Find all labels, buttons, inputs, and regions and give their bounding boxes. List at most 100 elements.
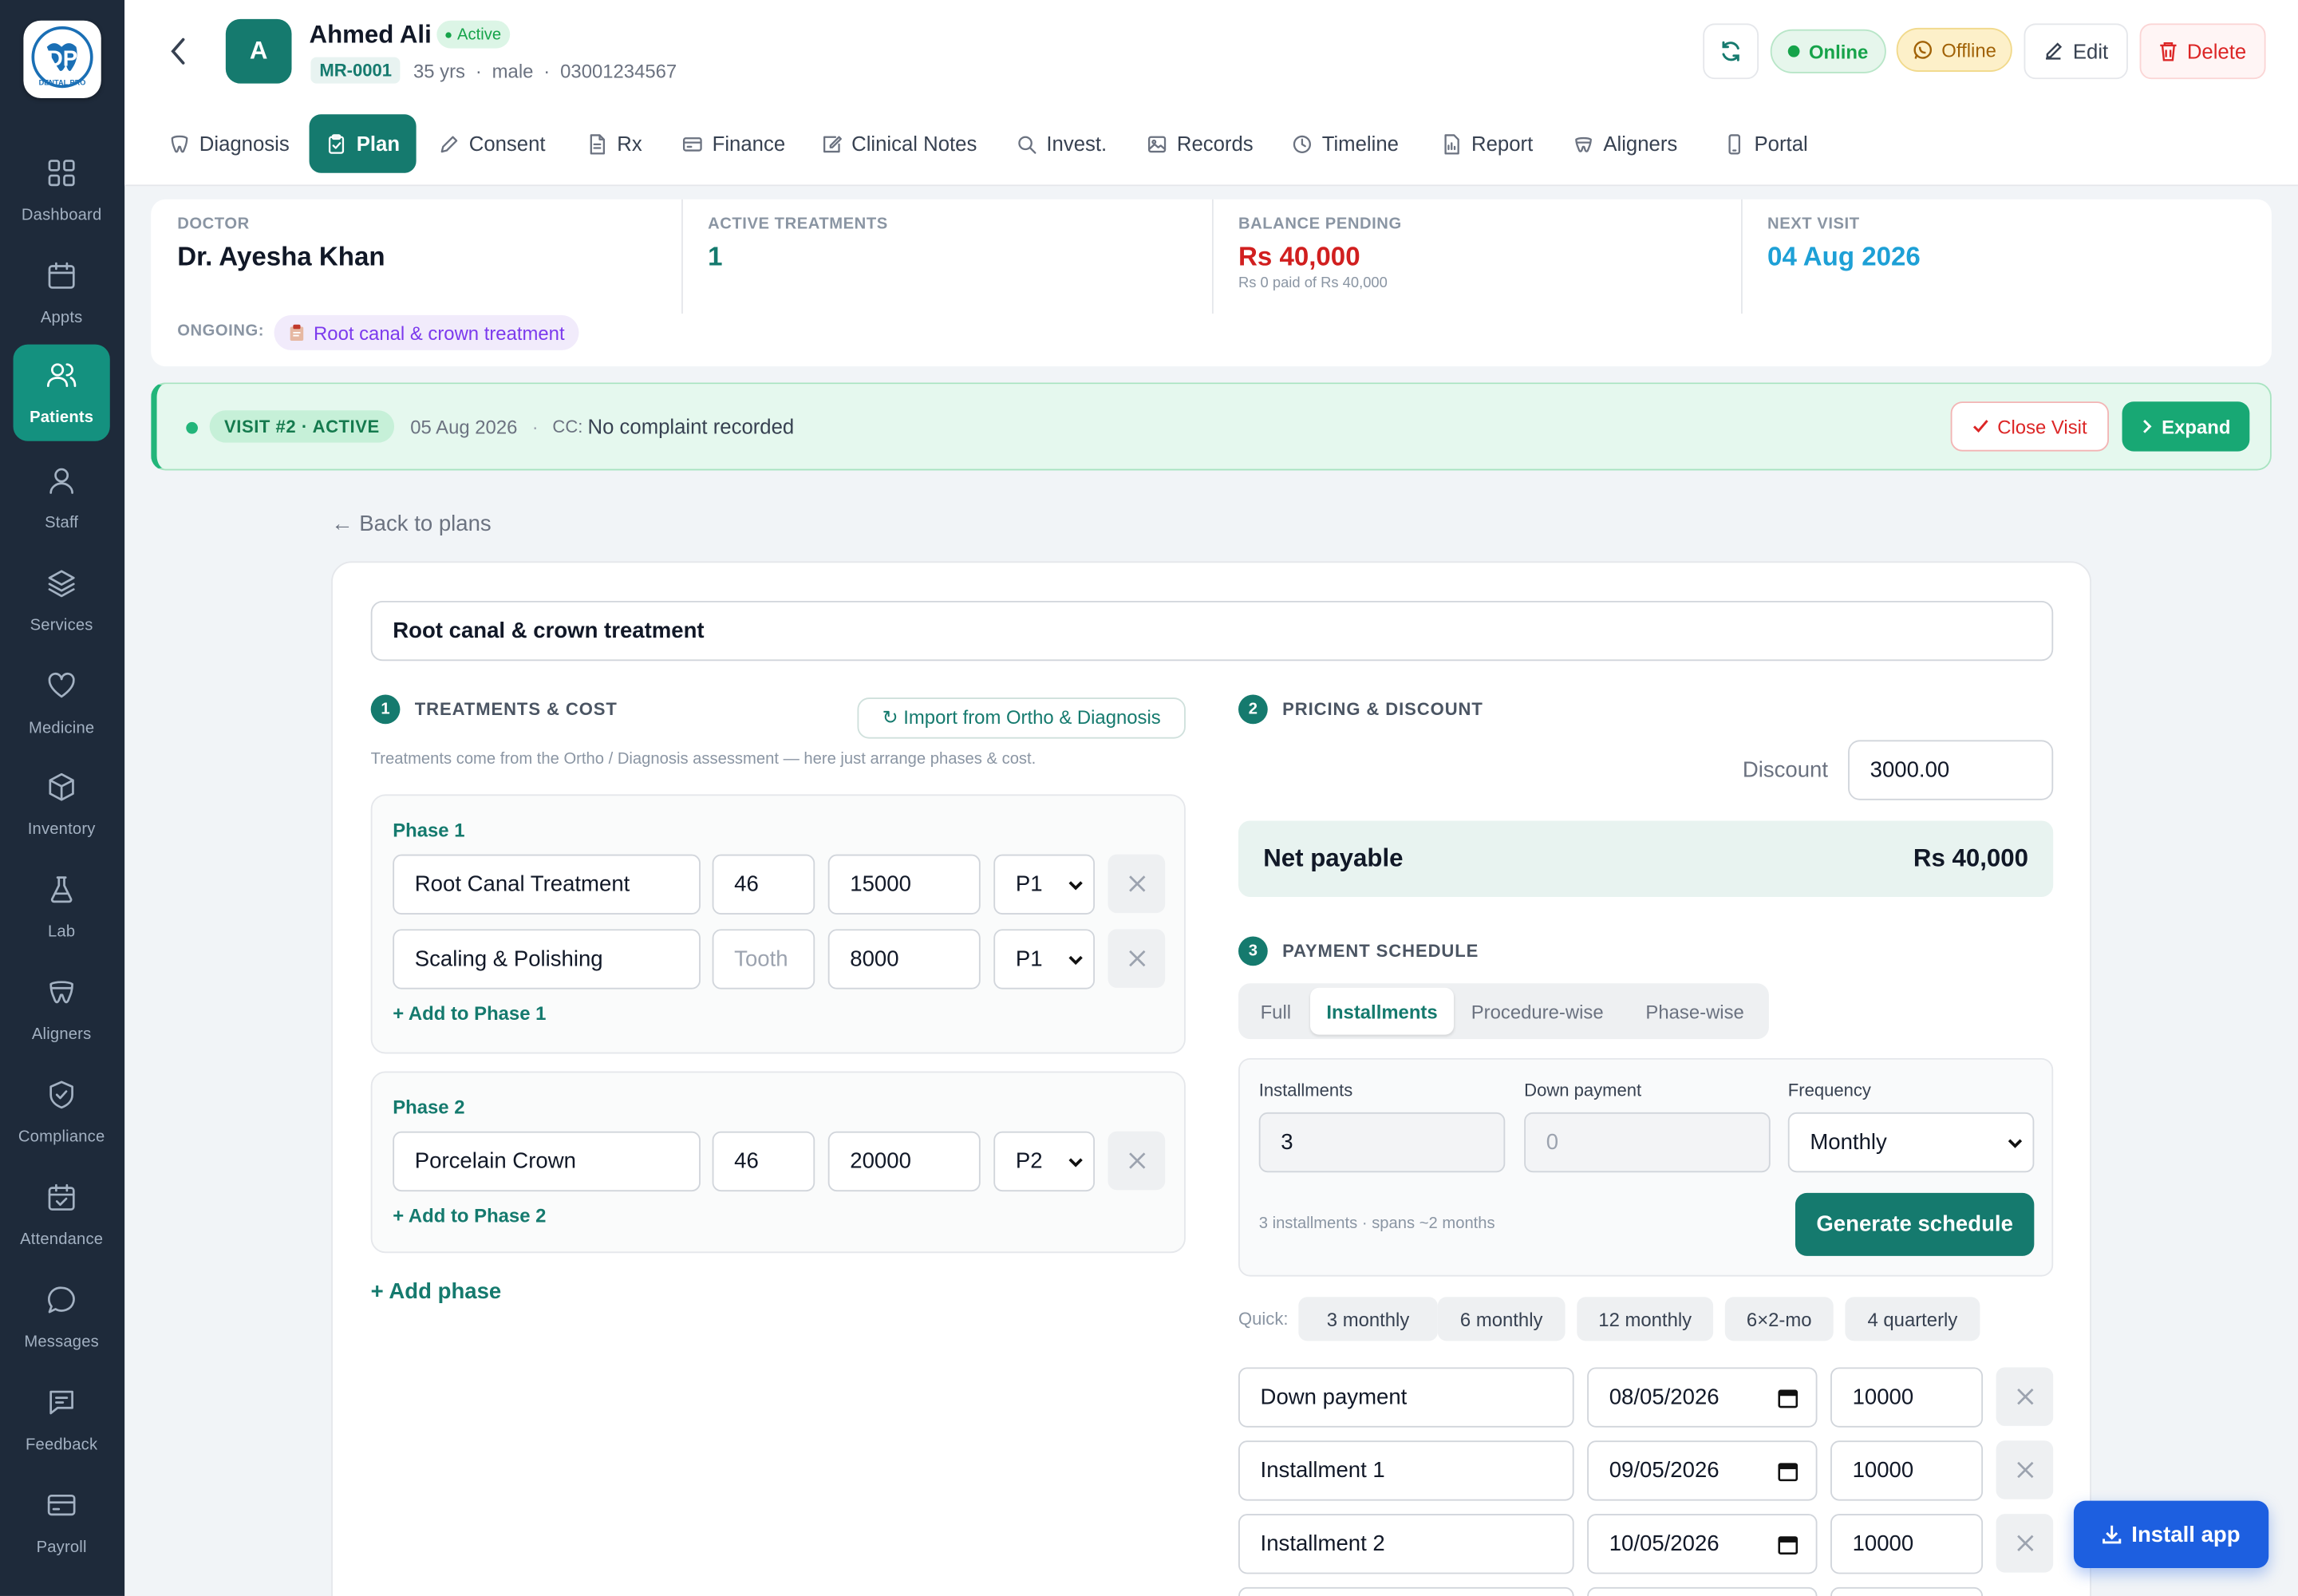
schedule-label-input[interactable]: Installment 1 xyxy=(1238,1440,1574,1501)
quick-preset-chip[interactable]: 6 monthly xyxy=(1437,1297,1566,1341)
plan-title-input[interactable]: Root canal & crown treatment xyxy=(370,600,2054,662)
remove-treatment-button[interactable] xyxy=(1108,854,1166,914)
patient-age: 35 yrs xyxy=(413,60,465,82)
cost-input[interactable]: 8000 xyxy=(827,929,981,990)
treatment-name-input[interactable]: Scaling & Polishing xyxy=(393,929,701,990)
sidebar-item-inventory[interactable]: Inventory xyxy=(14,757,110,853)
sidebar-item-dashboard[interactable]: Dashboard xyxy=(14,142,110,239)
online-status-button[interactable]: Online xyxy=(1770,29,1886,73)
treatment-name-input[interactable]: Porcelain Crown xyxy=(393,1131,701,1192)
phase-select[interactable]: P2 xyxy=(993,1131,1096,1192)
sidebar-item-payroll[interactable]: Payroll xyxy=(14,1474,110,1570)
patient-status-badge: Active xyxy=(436,20,511,49)
installments-input[interactable]: 3 xyxy=(1258,1112,1506,1173)
edit-button[interactable]: Edit xyxy=(2024,23,2128,80)
sidebar-item-patients[interactable]: Patients xyxy=(13,344,110,441)
import-ortho-diagnosis-button[interactable]: ↻ Import from Ortho & Diagnosis xyxy=(857,697,1186,739)
sidebar-item-feedback[interactable]: Feedback xyxy=(14,1372,110,1468)
schedule-amount-input[interactable]: 10000 xyxy=(1830,1514,1984,1574)
add-to-phase-link[interactable]: + Add to Phase 2 xyxy=(393,1205,546,1227)
tab-diagnosis[interactable]: Diagnosis xyxy=(160,114,298,172)
calendar-icon[interactable] xyxy=(1778,1388,1799,1408)
whatsapp-offline-button[interactable]: Offline xyxy=(1896,27,2012,72)
schedule-tab-procedure-wise[interactable]: Procedure-wise xyxy=(1454,988,1621,1035)
net-payable-value: Rs 40,000 xyxy=(1913,843,2028,872)
close-visit-button[interactable]: Close Visit xyxy=(1950,401,2110,452)
sidebar-item-medicine[interactable]: Medicine xyxy=(14,654,110,751)
expand-button[interactable]: Expand xyxy=(2122,401,2250,452)
schedule-label-input[interactable]: Installment 2 xyxy=(1238,1514,1574,1574)
cost-input[interactable]: 15000 xyxy=(827,854,981,915)
schedule-date-input[interactable]: 10/05/2026 xyxy=(1587,1514,1818,1574)
sidebar-item-messages[interactable]: Messages xyxy=(14,1269,110,1365)
schedule-amount-input[interactable]: 10000 xyxy=(1830,1440,1984,1501)
schedule-tab-full[interactable]: Full xyxy=(1238,988,1313,1035)
tab-invest[interactable]: Invest. xyxy=(1007,114,1115,172)
sync-button[interactable] xyxy=(1703,23,1759,80)
treatment-name-input[interactable]: Root Canal Treatment xyxy=(393,854,701,915)
sidebar-item-services[interactable]: Services xyxy=(14,552,110,649)
sidebar-item-aligners[interactable]: Aligners xyxy=(14,962,110,1058)
schedule-label-input[interactable]: Down payment xyxy=(1238,1367,1574,1428)
discount-input[interactable]: 3000.00 xyxy=(1848,740,2054,800)
phase-select-value: P1 xyxy=(1015,871,1043,897)
phase-select[interactable]: P1 xyxy=(993,929,1096,990)
tab-records[interactable]: Records xyxy=(1137,114,1262,172)
active-treatments-value: 1 xyxy=(708,242,723,271)
tab-plan[interactable]: Plan xyxy=(309,114,417,173)
schedule-date-input[interactable]: 08/05/2026 xyxy=(1587,1367,1818,1428)
quick-preset-chip[interactable]: 3 monthly xyxy=(1298,1297,1438,1341)
back-icon[interactable] xyxy=(166,35,192,75)
frequency-select[interactable]: Monthly xyxy=(1787,1112,2035,1173)
sidebar-item-label: Patients xyxy=(30,409,94,427)
schedule-date-input[interactable]: 09/05/2026 xyxy=(1587,1440,1818,1501)
tab-consent[interactable]: Consent xyxy=(429,114,554,172)
patient-tabs: Diagnosis Plan Consent Rx Finance Clinical No… xyxy=(124,101,2298,187)
cost-input[interactable]: 20000 xyxy=(827,1131,981,1192)
tab-clinical-notes[interactable]: Clinical Notes xyxy=(812,114,986,172)
trash-icon xyxy=(2160,41,2177,61)
generate-schedule-button[interactable]: Generate schedule xyxy=(1795,1192,2035,1256)
sidebar-item-appts[interactable]: Appts xyxy=(14,244,110,341)
ongoing-treatment-chip[interactable]: Root canal & crown treatment xyxy=(274,314,579,350)
sidebar-item-attendance[interactable]: Attendance xyxy=(14,1167,110,1263)
tooth-input[interactable]: Tooth xyxy=(712,929,815,990)
phone-icon xyxy=(1728,133,1741,154)
add-phase-link[interactable]: + Add phase xyxy=(371,1279,502,1304)
dentalpro-logo[interactable]: DP DENTAL PRO xyxy=(23,20,101,99)
tab-aligners[interactable]: Aligners xyxy=(1564,114,1687,172)
tab-timeline[interactable]: Timeline xyxy=(1282,114,1408,172)
add-to-phase-link[interactable]: + Add to Phase 1 xyxy=(393,1002,546,1025)
schedule-tab-phase-wise[interactable]: Phase-wise xyxy=(1621,988,1769,1035)
remove-installment-button[interactable] xyxy=(1996,1514,2054,1573)
down-payment-input[interactable]: 0 xyxy=(1524,1112,1771,1173)
calendar-icon[interactable] xyxy=(1778,1461,1799,1482)
sidebar: DP DENTAL PRO Dashboard Appts Patients Staf… xyxy=(0,0,125,1596)
tab-report[interactable]: Report xyxy=(1431,114,1542,172)
magnifier-icon xyxy=(1018,135,1036,153)
remove-installment-button[interactable] xyxy=(1996,1367,2054,1426)
schedule-amount-input[interactable]: 10000 xyxy=(1830,1367,1984,1428)
remove-installment-button[interactable] xyxy=(1996,1440,2054,1499)
delete-button[interactable]: Delete xyxy=(2139,23,2266,80)
separator: · xyxy=(475,60,482,82)
sidebar-item-staff[interactable]: Staff xyxy=(14,449,110,546)
quick-preset-chip[interactable]: 6×2-mo xyxy=(1724,1297,1834,1341)
tooth-input[interactable]: 46 xyxy=(712,854,815,915)
remove-treatment-button[interactable] xyxy=(1108,1131,1166,1191)
tab-rx[interactable]: Rx xyxy=(578,114,651,172)
sidebar-item-compliance[interactable]: Compliance xyxy=(14,1064,110,1160)
tooth-input[interactable]: 46 xyxy=(712,1131,815,1192)
tab-portal[interactable]: Portal xyxy=(1715,114,1817,172)
back-to-plans-link[interactable]: ← Back to plans xyxy=(331,512,492,536)
sidebar-item-lab[interactable]: Lab xyxy=(14,859,110,956)
quick-preset-chip[interactable]: 12 monthly xyxy=(1577,1297,1714,1341)
schedule-tab-installments[interactable]: Installments xyxy=(1310,987,1455,1035)
report-icon xyxy=(1444,133,1459,154)
quick-preset-chip[interactable]: 4 quarterly xyxy=(1845,1297,1980,1341)
calendar-icon[interactable] xyxy=(1778,1535,1799,1555)
install-app-button[interactable]: Install app xyxy=(2073,1500,2269,1569)
tab-finance[interactable]: Finance xyxy=(673,114,794,172)
remove-treatment-button[interactable] xyxy=(1108,929,1166,988)
phase-select[interactable]: P1 xyxy=(993,854,1096,915)
